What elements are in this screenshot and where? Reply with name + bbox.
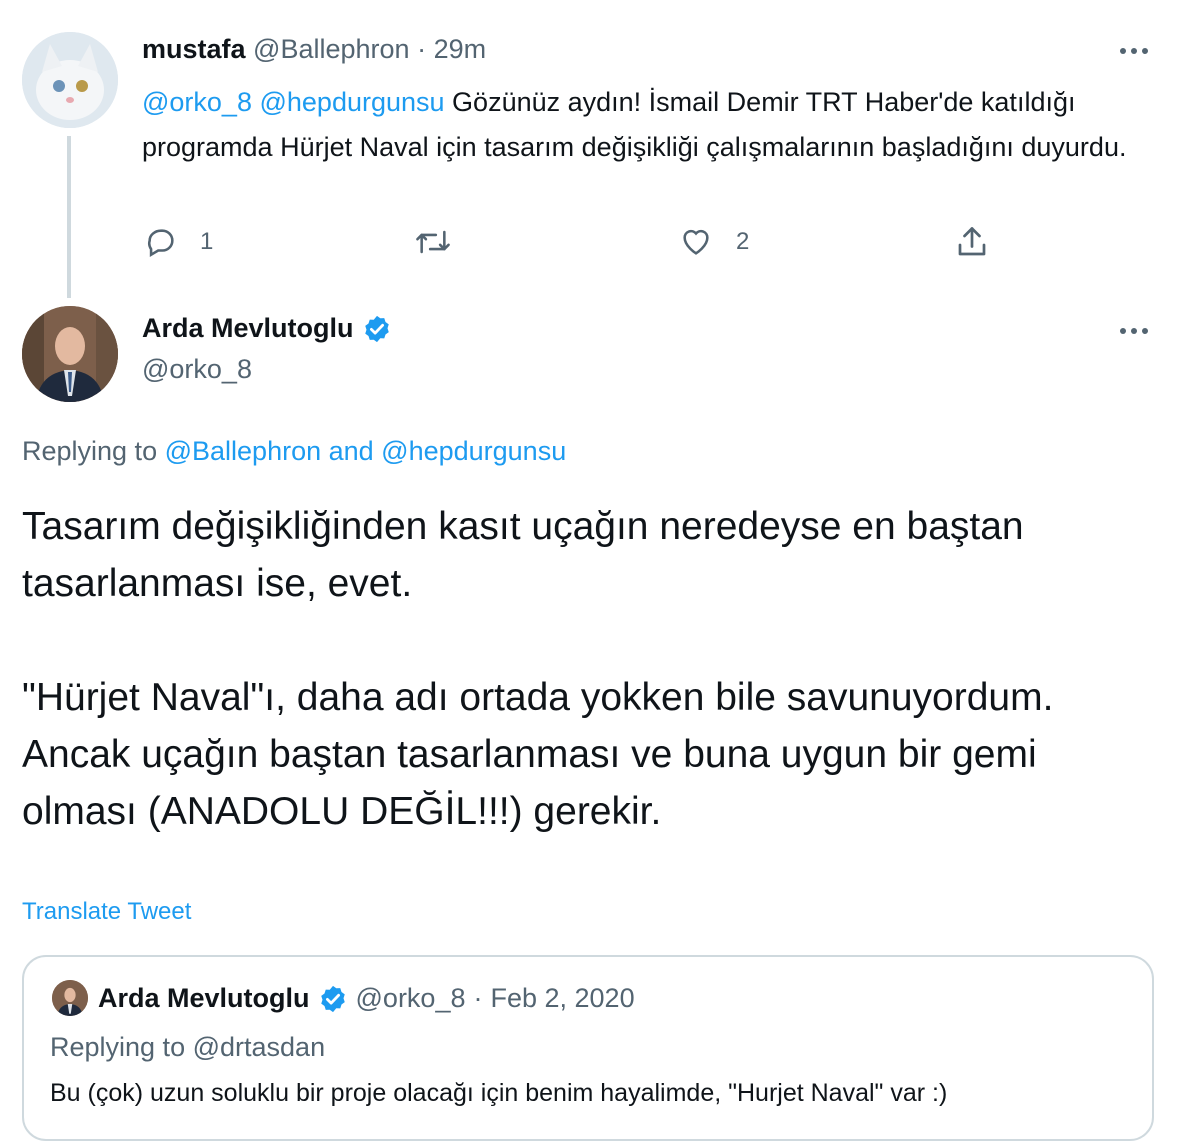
like-button[interactable]: 2: [678, 222, 749, 262]
quote-header: Arda Mevlutoglu @orko_8 · Feb 2, 2020: [98, 983, 635, 1014]
more-icon: [1116, 36, 1152, 66]
more-icon: [1116, 316, 1152, 346]
mention-link[interactable]: @hepdurgunsu: [259, 87, 444, 117]
avatar-arda-mevlutoglu[interactable]: [22, 306, 118, 402]
replying-to-line: Replying to @Ballephron and @hepdurgunsu: [22, 436, 566, 467]
tweet1-time[interactable]: 29m: [434, 34, 487, 64]
heart-icon: [683, 229, 709, 255]
reply-count: 1: [200, 228, 214, 255]
reply-button[interactable]: 1: [144, 222, 213, 262]
quote-handle: @orko_8: [355, 983, 466, 1013]
share-button[interactable]: [954, 222, 990, 262]
quote-display-name: Arda Mevlutoglu: [98, 983, 310, 1013]
verified-badge-icon: [364, 315, 389, 342]
tweet2-handle[interactable]: @orko_8: [142, 354, 252, 385]
translate-tweet-link[interactable]: Translate Tweet: [22, 898, 191, 926]
tweet1-header: mustafa @Ballephron · 29m: [142, 34, 486, 65]
verified-badge-icon: [320, 985, 345, 1012]
retweet-button[interactable]: [414, 222, 474, 262]
share-icon: [958, 227, 986, 256]
tweet2-display-name[interactable]: Arda Mevlutoglu: [142, 313, 354, 344]
thread-connector-line: [67, 136, 71, 298]
retweet-icon: [416, 230, 450, 254]
quote-body: Bu (çok) uzun soluklu bir proje olacağı …: [50, 1079, 948, 1107]
tweet1-handle[interactable]: @Ballephron: [253, 34, 410, 64]
tweet2-header: Arda Mevlutoglu: [142, 313, 392, 344]
mention-link[interactable]: @orko_8: [142, 87, 252, 117]
quote-avatar: [52, 980, 88, 1016]
like-count: 2: [736, 228, 750, 255]
tweet1-separator: ·: [417, 34, 427, 64]
tweet1-display-name[interactable]: mustafa: [142, 34, 246, 64]
replying-prefix: Replying to: [22, 436, 158, 466]
avatar-mustafa[interactable]: [22, 32, 118, 128]
quote-separator: ·: [473, 983, 483, 1013]
tweet2-more-button[interactable]: [1116, 316, 1152, 346]
tweet2-body: Tasarım değişikliğinden kasıt uçağın ner…: [22, 505, 1054, 833]
tweet1-text: @orko_8 @hepdurgunsu Gözünüz aydın! İsma…: [142, 80, 1162, 170]
quote-replying-to: @drtasdan: [192, 1032, 326, 1062]
quote-date: Feb 2, 2020: [490, 983, 635, 1013]
quote-replying-line: Replying to @drtasdan: [50, 1032, 325, 1063]
quote-replying-prefix: Replying to: [50, 1032, 186, 1062]
tweet1-more-button[interactable]: [1116, 36, 1152, 66]
reply-icon: [148, 229, 174, 258]
replying-to-links[interactable]: @Ballephron and @hepdurgunsu: [165, 436, 567, 466]
